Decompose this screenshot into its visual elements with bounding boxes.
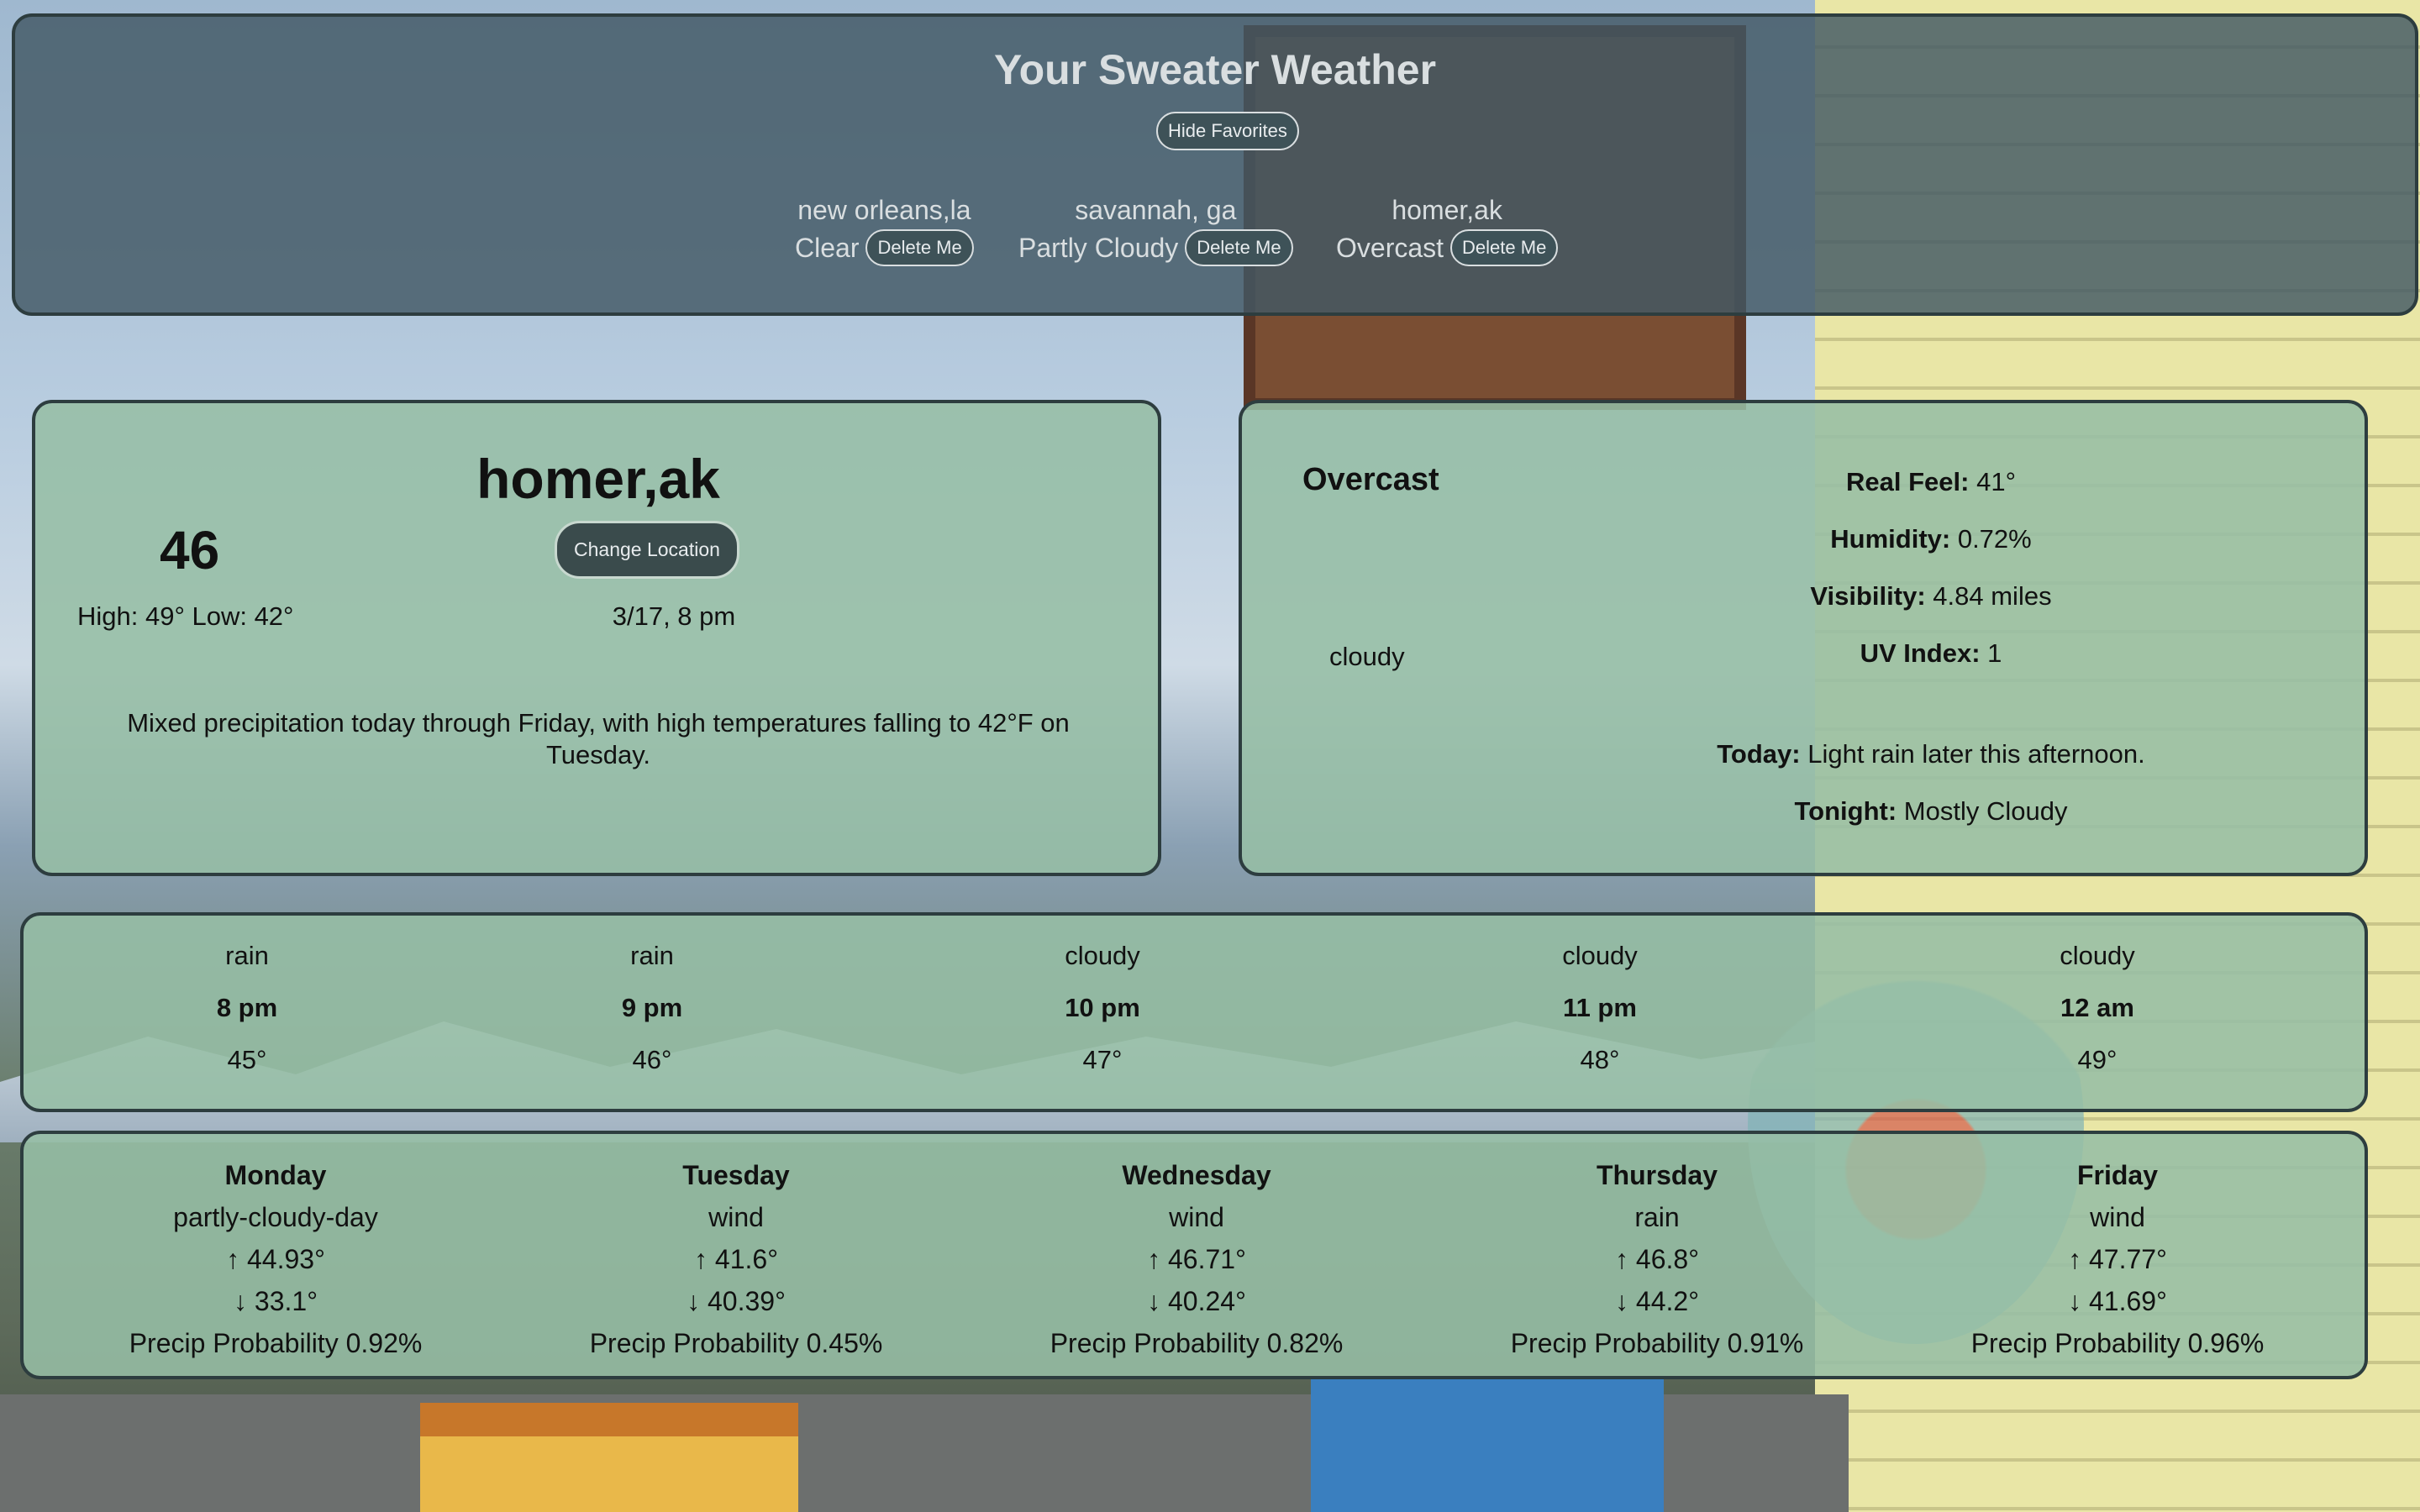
daily-day-name: Tuesday [682,1160,790,1190]
hourly-time: 10 pm [1065,993,1140,1022]
change-location-button[interactable]: Change Location [555,521,739,579]
daily-high: ↑ 47.77° [2068,1244,2167,1274]
hourly-time: 11 pm [1563,993,1637,1022]
hourly-forecast: rain 8 pm 45° rain 9 pm 46° cloudy 10 pm… [20,912,2368,1112]
hourly-time: 8 pm [216,993,278,1022]
favorite-item[interactable]: homer,ak Overcast Delete Me [1336,195,1559,266]
favorite-item[interactable]: savannah, ga Partly Cloudy Delete Me [1018,195,1293,266]
favorite-city[interactable]: savannah, ga [1018,195,1293,226]
daily-high: ↑ 46.8° [1615,1244,1699,1274]
tonight-value: Mostly Cloudy [1903,796,2068,826]
uv-index: UV Index: 1 [1561,638,2301,669]
daily-day-name: Thursday [1596,1160,1718,1190]
visibility-value: 4.84 miles [1933,581,2052,611]
hourly-icon-label: cloudy [2060,941,2135,970]
hide-favorites-button[interactable]: Hide Favorites [1156,112,1299,150]
daily-precip: Precip Probability 0.92% [129,1328,423,1358]
humidity-label: Humidity: [1830,524,1951,554]
current-datetime: 3/17, 8 pm [612,601,736,631]
visibility: Visibility: 4.84 miles [1561,581,2301,612]
hourly-temp: 46° [632,1045,672,1074]
puffin-sign [1311,1378,1664,1512]
details-condition: Overcast [1302,462,1439,497]
today-value: Light rain later this afternoon. [1807,739,2145,769]
daily-item: Wednesday wind ↑ 46.71° ↓ 40.24° Precip … [986,1154,1407,1364]
delete-favorite-button[interactable]: Delete Me [1450,229,1559,266]
daily-item: Thursday rain ↑ 46.8° ↓ 44.2° Precip Pro… [1447,1154,1867,1364]
hourly-item: cloudy 11 pm 48° [1474,916,1726,1075]
daily-day-name: Wednesday [1122,1160,1271,1190]
tonight-label: Tonight: [1794,796,1897,826]
hourly-temp: 47° [1082,1045,1123,1074]
daily-icon-label: wind [1169,1202,1224,1232]
daily-high: ↑ 44.93° [226,1244,325,1274]
daily-forecast: Monday partly-cloudy-day ↑ 44.93° ↓ 33.1… [20,1131,2368,1379]
favorite-item[interactable]: new orleans,la Clear Delete Me [795,195,974,266]
daily-precip: Precip Probability 0.91% [1510,1328,1804,1358]
hourly-icon-label: rain [630,941,674,970]
daily-precip: Precip Probability 0.82% [1050,1328,1344,1358]
real-feel-value: 41° [1976,467,2016,496]
daily-high: ↑ 41.6° [694,1244,778,1274]
hourly-item: cloudy 10 pm 47° [976,916,1228,1075]
hourly-icon-label: cloudy [1562,941,1638,970]
real-feel: Real Feel: 41° [1561,467,2301,497]
daily-low: ↓ 40.24° [1147,1286,1246,1316]
hourly-temp: 48° [1580,1045,1620,1074]
today-label: Today: [1717,739,1801,769]
delete-favorite-button[interactable]: Delete Me [865,229,974,266]
humidity-value: 0.72% [1957,524,2032,554]
current-city: homer,ak [476,448,720,510]
daily-icon-label: wind [2090,1202,2145,1232]
delete-favorite-button[interactable]: Delete Me [1185,229,1293,266]
daily-precip: Precip Probability 0.45% [589,1328,883,1358]
today-forecast: Today: Light rain later this afternoon. [1561,739,2301,769]
weather-icon-label: cloudy [1329,642,1405,671]
high-low: High: 49° Low: 42° [77,601,294,631]
current-temperature: 46 [160,520,220,580]
uv-index-value: 1 [1987,638,2002,668]
weather-details-card: Overcast cloudy Real Feel: 41° Humidity:… [1239,400,2368,876]
real-feel-label: Real Feel: [1846,467,1970,496]
breakfast-sign [420,1403,798,1512]
hourly-temp: 45° [227,1045,267,1074]
daily-high: ↑ 46.71° [1147,1244,1246,1274]
hourly-temp: 49° [2077,1045,2118,1074]
favorite-city[interactable]: new orleans,la [795,195,974,226]
favorite-condition: Partly Cloudy [1018,232,1179,263]
daily-low: ↓ 40.39° [687,1286,786,1316]
tonight-forecast: Tonight: Mostly Cloudy [1561,796,2301,827]
daily-day-name: Monday [224,1160,327,1190]
hourly-icon-label: rain [225,941,269,970]
daily-icon-label: partly-cloudy-day [173,1202,378,1232]
app-title: Your Sweater Weather [993,46,1437,93]
daily-item: Friday wind ↑ 47.77° ↓ 41.69° Precip Pro… [1907,1154,2328,1364]
hourly-item: rain 8 pm 45° [121,916,373,1075]
daily-low: ↓ 33.1° [234,1286,318,1316]
favorite-city[interactable]: homer,ak [1336,195,1558,226]
daily-precip: Precip Probability 0.96% [1970,1328,2265,1358]
forecast-summary: Mixed precipitation today through Friday… [127,708,1070,769]
current-weather-card: homer,ak 46 Change Location High: 49° Lo… [32,400,1161,876]
hourly-time: 12 am [2060,993,2134,1022]
favorites-header: Your Sweater Weather Hide Favorites new … [12,13,2418,316]
favorite-condition: Overcast [1336,232,1444,263]
favorite-condition: Clear [795,232,860,263]
hourly-icon-label: cloudy [1065,941,1140,970]
daily-item: Monday partly-cloudy-day ↑ 44.93° ↓ 33.1… [66,1154,486,1364]
daily-day-name: Friday [2076,1160,2159,1190]
hourly-time: 9 pm [621,993,683,1022]
hourly-item: rain 9 pm 46° [526,916,778,1075]
daily-icon-label: rain [1634,1202,1680,1232]
hourly-item: cloudy 12 am 49° [1971,916,2223,1075]
daily-item: Tuesday wind ↑ 41.6° ↓ 40.39° Precip Pro… [526,1154,946,1364]
daily-low: ↓ 44.2° [1615,1286,1699,1316]
daily-low: ↓ 41.69° [2068,1286,2167,1316]
daily-icon-label: wind [708,1202,764,1232]
uv-index-label: UV Index: [1860,638,1981,668]
humidity: Humidity: 0.72% [1561,524,2301,554]
visibility-label: Visibility: [1810,581,1926,611]
